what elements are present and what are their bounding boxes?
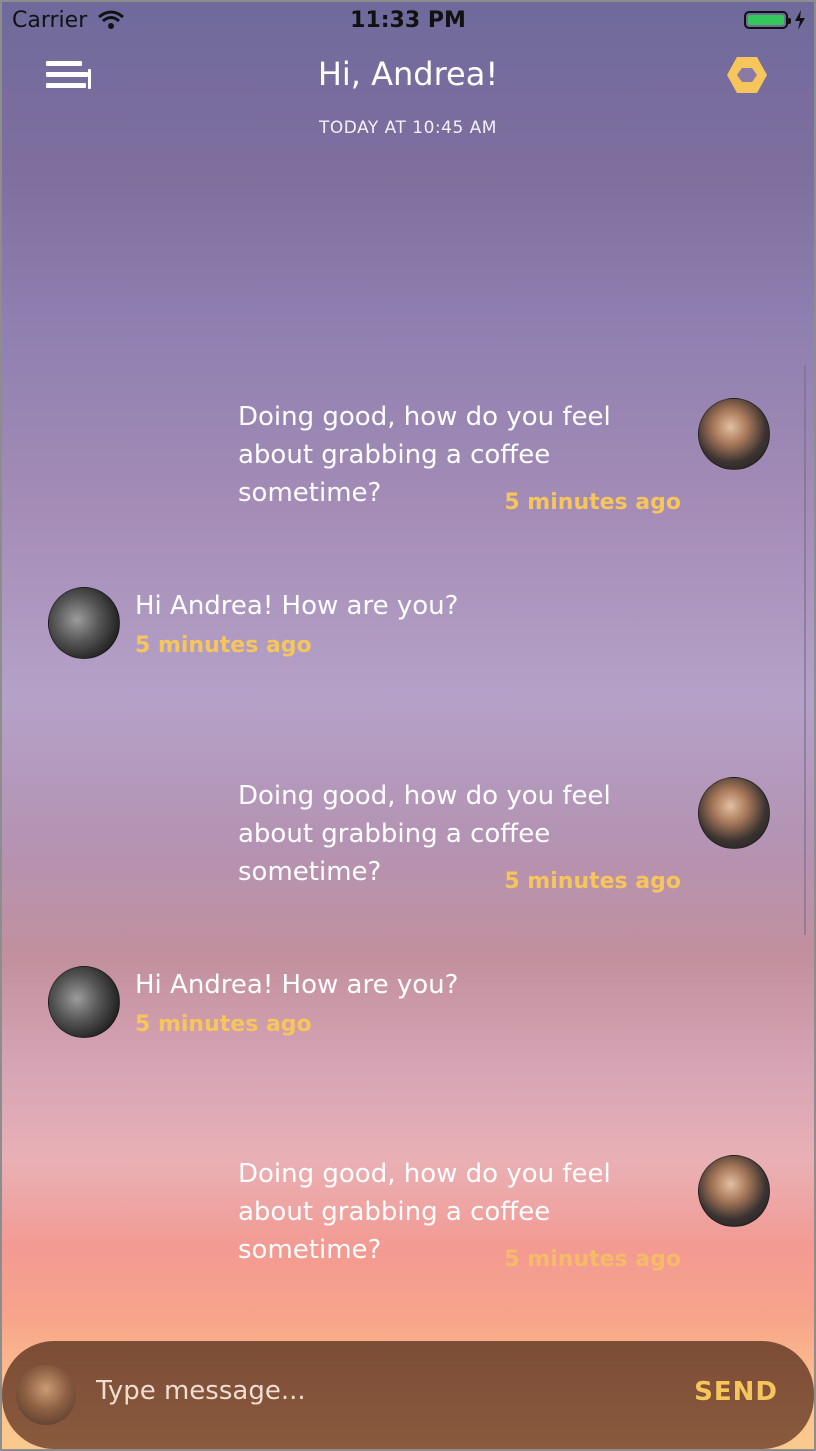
message-item: Doing good, how do you feel about grabbi… xyxy=(238,777,778,907)
avatar[interactable] xyxy=(48,587,120,659)
scrollbar[interactable] xyxy=(804,365,806,935)
status-time: 11:33 PM xyxy=(350,8,466,33)
avatar[interactable] xyxy=(698,777,770,849)
message-time: 5 minutes ago xyxy=(504,490,681,515)
header: Hi, Andrea! xyxy=(0,55,816,105)
message-item: Doing good, how do you feel about grabbi… xyxy=(238,398,778,528)
avatar[interactable] xyxy=(48,966,120,1038)
battery-level xyxy=(748,15,784,25)
avatar[interactable] xyxy=(698,1155,770,1227)
message-time: 5 minutes ago xyxy=(504,1247,681,1272)
message-time: 5 minutes ago xyxy=(504,869,681,894)
message-item: Hi Andrea! How are you? 5 minutes ago xyxy=(48,966,548,1046)
composer-avatar xyxy=(16,1365,76,1425)
conversation-date: TODAY AT 10:45 AM xyxy=(319,118,497,138)
send-button[interactable]: SEND xyxy=(694,1377,778,1407)
message-composer: SEND xyxy=(2,1341,814,1449)
message-time: 5 minutes ago xyxy=(135,633,312,658)
status-bar: Carrier 11:33 PM xyxy=(0,0,816,40)
message-time: 5 minutes ago xyxy=(135,1012,312,1037)
hexagon-settings-icon[interactable] xyxy=(726,55,768,95)
battery-icon xyxy=(744,11,791,29)
page-title: Hi, Andrea! xyxy=(317,55,499,93)
message-item: Hi Andrea! How are you? 5 minutes ago xyxy=(48,587,548,667)
message-input[interactable] xyxy=(94,1375,658,1407)
battery-tip xyxy=(788,18,791,24)
avatar[interactable] xyxy=(698,398,770,470)
message-text: Hi Andrea! How are you? xyxy=(135,970,459,1000)
message-text: Hi Andrea! How are you? xyxy=(135,591,459,621)
message-item: Doing good, how do you feel about grabbi… xyxy=(238,1155,778,1285)
